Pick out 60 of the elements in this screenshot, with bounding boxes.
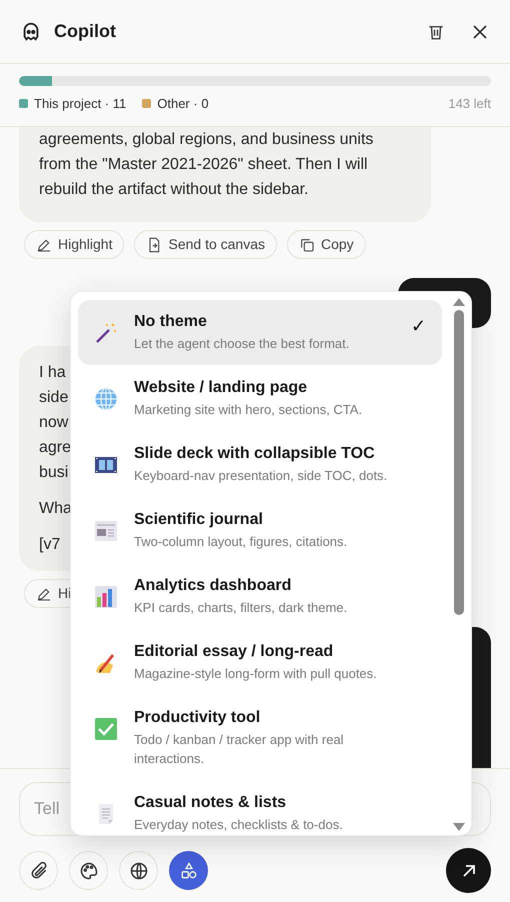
theme-icon bbox=[94, 321, 118, 345]
message-text: from the "Master 2021-2026" sheet. Then I will bbox=[39, 155, 368, 175]
option-description: Keyboard-nav presentation, side TOC, dots. bbox=[134, 467, 388, 485]
globe-button[interactable] bbox=[119, 851, 158, 890]
option-title: Analytics dashboard bbox=[134, 576, 292, 596]
shapes-button[interactable] bbox=[169, 851, 208, 890]
check-mark: ✓ bbox=[411, 315, 426, 338]
option-description: Let the agent choose the best format. bbox=[134, 335, 350, 353]
scroll-down-arrow[interactable] bbox=[453, 823, 465, 831]
message-text: agreements, global regions, and business units bbox=[39, 130, 374, 150]
legend-label: This project · 11 bbox=[34, 95, 126, 113]
option-description: KPI cards, charts, filters, dark theme. bbox=[134, 599, 348, 617]
option-description: Everyday notes, checklists & to-dos. bbox=[134, 816, 344, 834]
message-text: busi bbox=[39, 463, 68, 483]
theme-icon bbox=[94, 585, 118, 609]
option-description: Todo / kanban / tracker app with real interactions. bbox=[134, 731, 345, 768]
theme-option[interactable]: Productivity tool Todo / kanban / tracker app with real interactions. bbox=[78, 696, 442, 780]
message-text: now bbox=[39, 413, 68, 433]
arrow-icon bbox=[460, 862, 476, 878]
option-title: No theme bbox=[134, 312, 208, 332]
option-title: Productivity tool bbox=[134, 708, 262, 728]
option-description: Two-column layout, figures, citations. bbox=[134, 533, 348, 551]
palette-icon bbox=[78, 860, 98, 880]
legend-label: Other · 0 bbox=[157, 95, 209, 113]
option-description: Marketing site with hero, sections, CTA. bbox=[134, 401, 364, 419]
option-title: Editorial essay / long-read bbox=[134, 642, 334, 662]
theme-icon bbox=[94, 717, 118, 741]
message-text: agre bbox=[39, 438, 72, 458]
theme-option[interactable]: Slide deck with collapsible TOC Keyboard-nav presentation, side TOC, dots. bbox=[78, 432, 442, 497]
palette-button[interactable] bbox=[69, 851, 108, 890]
option-title: Website / landing page bbox=[134, 378, 308, 398]
message-text: rebuild the artifact without the sidebar. bbox=[39, 180, 308, 200]
theme-option[interactable]: Casual notes & lists Everyday notes, checklists & to-dos. bbox=[78, 781, 442, 835]
option-title: Casual notes & lists bbox=[134, 793, 288, 813]
theme-option[interactable]: Website / landing page Marketing site with hero, sections, CTA. bbox=[78, 366, 442, 431]
send-button[interactable] bbox=[446, 848, 491, 893]
message-text: Wha bbox=[39, 499, 72, 519]
theme-icon bbox=[94, 387, 118, 411]
attach-button[interactable] bbox=[19, 851, 58, 890]
message-text: I ha bbox=[39, 363, 66, 383]
theme-option[interactable]: Scientific journal Two-column layout, figures, citations. bbox=[78, 498, 442, 563]
highlight-button[interactable]: Highlight bbox=[24, 230, 124, 259]
scrollbar-thumb[interactable] bbox=[454, 310, 464, 615]
remaining-count: 143 left bbox=[448, 95, 491, 113]
shapes-icon bbox=[178, 860, 198, 880]
globe-icon bbox=[128, 860, 148, 880]
theme-option[interactable]: Editorial essay / long-read Magazine-style long-form with pull quotes. bbox=[78, 630, 442, 695]
option-title: Scientific journal bbox=[134, 510, 264, 530]
copy-button[interactable]: Copy bbox=[287, 230, 366, 259]
scroll-up-arrow[interactable] bbox=[453, 298, 465, 306]
paperclip-icon bbox=[28, 860, 48, 880]
option-title: Slide deck with collapsible TOC bbox=[134, 444, 376, 464]
theme-option[interactable]: No theme Let the agent choose the best format. ✓ bbox=[78, 300, 442, 365]
copy-icon bbox=[299, 236, 315, 252]
message-text: [v7 bbox=[39, 535, 60, 555]
window-title: Copilot bbox=[54, 20, 116, 43]
theme-icon bbox=[94, 519, 118, 543]
option-description: Magazine-style long-form with pull quotes. bbox=[134, 665, 378, 683]
message-text: side bbox=[39, 388, 68, 408]
send-to-canvas-button[interactable]: Send to canvas bbox=[134, 230, 277, 259]
